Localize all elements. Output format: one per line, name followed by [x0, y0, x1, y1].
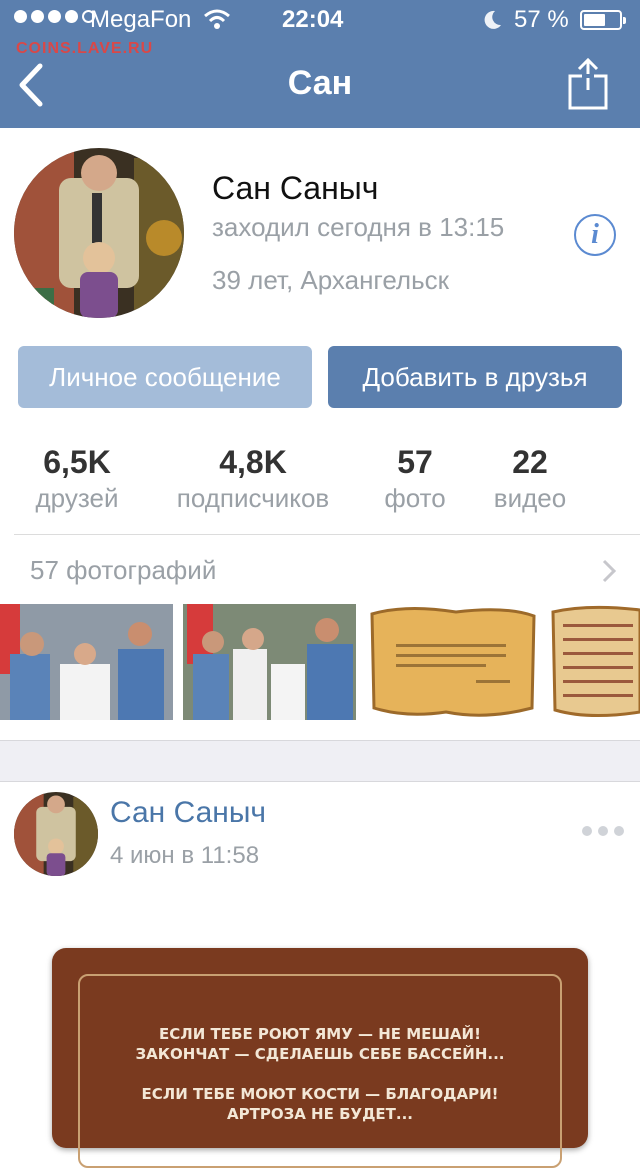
status-time: 22:04	[282, 6, 344, 33]
last-seen-status: заходил сегодня в 13:15	[212, 212, 505, 242]
photo-thumbnail[interactable]	[549, 604, 640, 720]
photo-thumbnail[interactable]	[366, 604, 539, 720]
photo-thumbnail[interactable]	[0, 604, 173, 720]
add-friend-button[interactable]: Добавить в друзья	[328, 346, 622, 408]
status-bar: MegaFon 22:04 57 %	[0, 0, 640, 40]
friends-counter[interactable]: 6,5K друзей	[18, 444, 136, 514]
counter-value: 6,5K	[43, 444, 111, 480]
counter-label: друзей	[35, 483, 119, 513]
battery-percent: 57 %	[514, 6, 569, 33]
counter-label: видео	[493, 483, 567, 513]
followers-counter[interactable]: 4,8K подписчиков	[160, 444, 346, 514]
dot-icon	[614, 826, 624, 836]
watermark: COINS.LAVE.RU	[16, 40, 154, 57]
moon-icon	[484, 10, 501, 29]
counter-value: 4,8K	[219, 444, 287, 480]
post-author-name[interactable]: Сан Саныч	[110, 796, 266, 830]
photos-counter[interactable]: 57 фото	[370, 444, 460, 514]
page-title: Сан	[287, 64, 353, 102]
send-message-button[interactable]: Личное сообщение	[18, 346, 312, 408]
divider	[14, 534, 640, 535]
signal-strength-icon	[14, 10, 95, 23]
counter-label: фото	[384, 483, 446, 513]
info-icon[interactable]: i	[574, 214, 616, 256]
wifi-icon	[204, 9, 230, 29]
battery-icon	[580, 10, 626, 30]
profile-name: Сан Саныч	[212, 170, 379, 206]
more-options-button[interactable]	[582, 826, 624, 836]
counter-value: 22	[512, 444, 548, 480]
post-author-avatar[interactable]	[14, 792, 98, 876]
post-date: 4 июн в 11:58	[110, 842, 260, 869]
dot-icon	[598, 826, 608, 836]
age-and-city: 39 лет, Архангельск	[212, 265, 450, 295]
post-image[interactable]: ЕСЛИ ТЕБЕ РОЮТ ЯМУ — НЕ МЕШАЙ! ЗАКОНЧАТ …	[52, 948, 588, 1168]
navigation-bar: MegaFon 22:04 57 % COINS.LAVE.RU Сан	[0, 0, 640, 128]
profile-avatar[interactable]	[14, 148, 184, 318]
counter-value: 57	[397, 444, 433, 480]
counter-label: подписчиков	[176, 483, 330, 513]
post-image-text: ЕСЛИ ТЕБЕ РОЮТ ЯМУ — НЕ МЕШАЙ! ЗАКОНЧАТ …	[135, 1025, 505, 1123]
chevron-right-icon[interactable]	[600, 558, 618, 584]
photo-thumbnail[interactable]	[183, 604, 356, 720]
section-divider	[0, 740, 640, 782]
videos-counter[interactable]: 22 видео	[480, 444, 580, 514]
photos-section-title[interactable]: 57 фотографий	[30, 555, 216, 586]
share-button[interactable]	[566, 56, 610, 112]
carrier-name: MegaFon	[90, 6, 192, 33]
dot-icon	[582, 826, 592, 836]
